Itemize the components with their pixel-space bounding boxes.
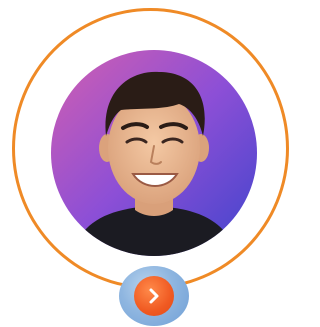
next-button[interactable] — [119, 266, 189, 326]
avatar-portrait — [51, 50, 257, 256]
chevron-right-icon — [149, 288, 159, 304]
next-button-core — [134, 276, 174, 316]
avatar — [51, 50, 257, 256]
